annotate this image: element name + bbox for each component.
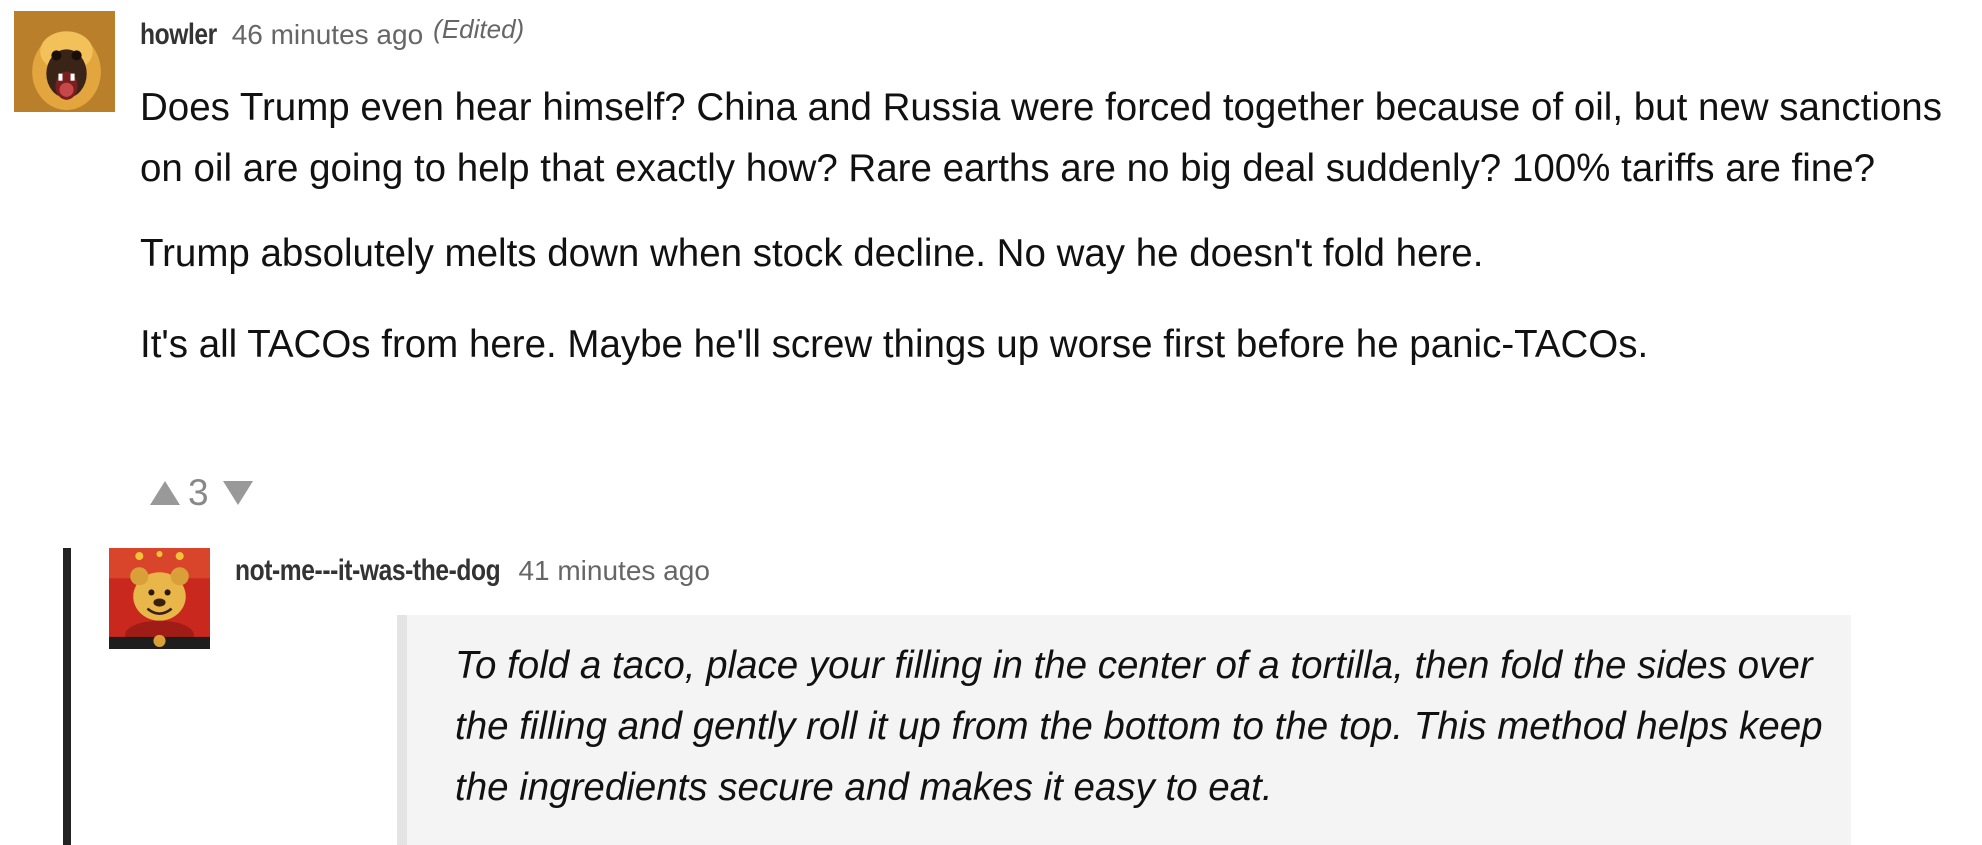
vote-controls: 3: [150, 472, 253, 514]
quote-text: To fold a taco, place your filling in th…: [455, 644, 1823, 809]
comment-meta: not-me---it-was-the-dog 41 minutes ago: [235, 554, 710, 588]
comment-howler: howler 46 minutes ago (Edited) Does Trum…: [0, 0, 1982, 530]
comment-paragraph: Trump absolutely melts down when stock d…: [140, 232, 1484, 275]
monkey-avatar-icon: [14, 11, 115, 112]
edited-label: (Edited): [433, 14, 525, 44]
username[interactable]: not-me---it-was-the-dog: [235, 554, 501, 588]
vote-count: 3: [188, 472, 209, 513]
timestamp[interactable]: 41 minutes ago: [518, 555, 709, 587]
winnie-the-pooh-avatar-icon: [109, 548, 210, 649]
username[interactable]: howler: [140, 18, 217, 52]
user-avatar[interactable]: [109, 548, 210, 649]
triangle-up-icon[interactable]: [150, 481, 180, 505]
comment-body: Does Trump even hear himself? China and …: [140, 77, 1970, 375]
blockquote: To fold a taco, place your filling in th…: [397, 615, 1851, 845]
timestamp[interactable]: 46 minutes ago: [232, 19, 423, 51]
triangle-down-icon[interactable]: [222, 481, 253, 505]
comment-paragraph: Does Trump even hear himself? China and …: [140, 86, 1942, 190]
comment-paragraph: It's all TACOs from here. Maybe he'll sc…: [140, 323, 1649, 366]
user-avatar[interactable]: [14, 11, 115, 112]
comment-meta: howler 46 minutes ago (Edited): [140, 14, 524, 52]
